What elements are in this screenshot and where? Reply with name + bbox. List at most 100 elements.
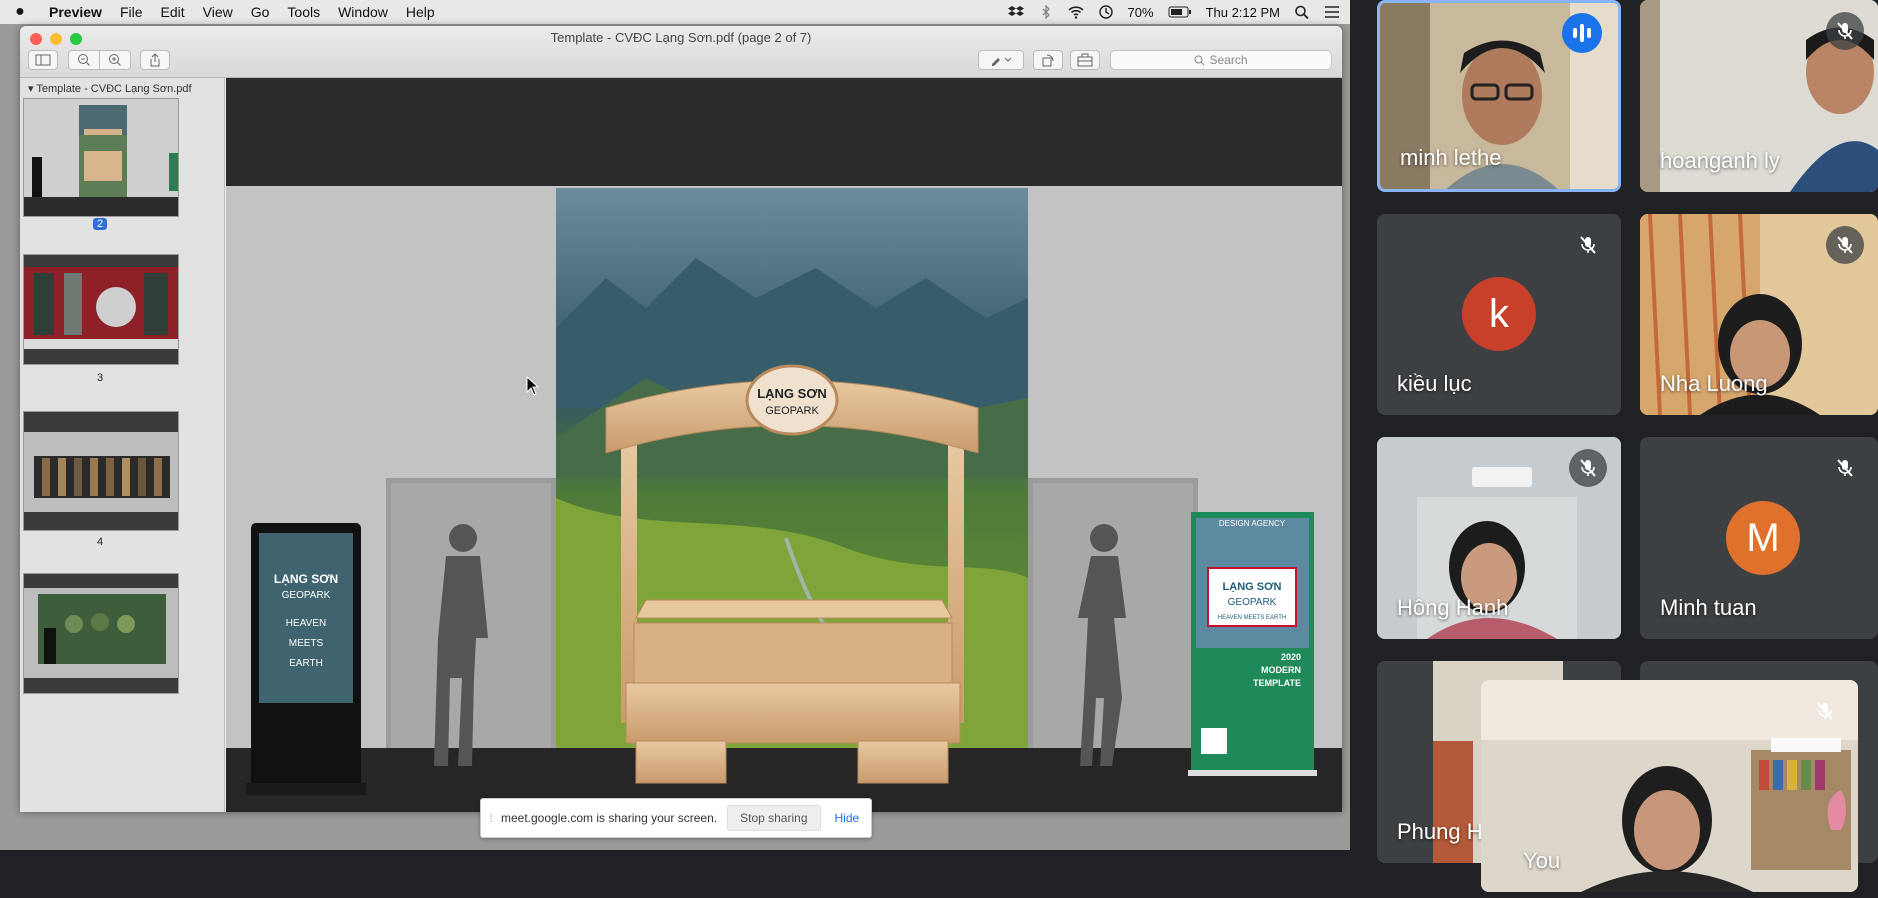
participant-tile-kieu-luc[interactable]: k kiều lục bbox=[1377, 214, 1621, 415]
banner-year: 2020 bbox=[1281, 652, 1301, 662]
banner-top-text: DESIGN AGENCY bbox=[1219, 519, 1286, 528]
menu-edit[interactable]: Edit bbox=[152, 4, 194, 20]
menu-file[interactable]: File bbox=[111, 4, 152, 20]
banner-subtitle: GEOPARK bbox=[1228, 597, 1277, 608]
booth-render: LẠNG SƠN GEOPARK LẠNG SƠN GEOPARK HEAVEN… bbox=[226, 78, 1342, 812]
rotate-icon bbox=[1042, 54, 1054, 67]
toolbox-button[interactable] bbox=[1070, 50, 1100, 70]
window-title: Template - CVĐC Lạng Sơn.pdf (page 2 of … bbox=[550, 30, 812, 45]
menu-window[interactable]: Window bbox=[329, 4, 397, 20]
mic-off-icon bbox=[1826, 226, 1864, 264]
search-placeholder: Search bbox=[1209, 53, 1248, 67]
menu-tools[interactable]: Tools bbox=[278, 4, 329, 20]
toolbox-icon bbox=[1077, 53, 1093, 67]
thumbnail-page-4[interactable] bbox=[23, 411, 179, 531]
thumbnail-page-3[interactable] bbox=[23, 254, 179, 365]
mic-off-icon bbox=[1569, 226, 1607, 264]
markup-button[interactable] bbox=[978, 50, 1024, 70]
spotlight-search-icon[interactable] bbox=[1294, 5, 1310, 19]
mouse-cursor-icon bbox=[526, 376, 540, 396]
window-titlebar: Template - CVĐC Lạng Sơn.pdf (page 2 of … bbox=[20, 26, 1342, 78]
participant-tile-nha-luong[interactable]: Nha Luong bbox=[1640, 214, 1878, 415]
mic-off-icon bbox=[1569, 449, 1607, 487]
zoom-out-button[interactable] bbox=[68, 50, 100, 70]
share-message: meet.google.com is sharing your screen. bbox=[501, 811, 718, 825]
sidebar-icon bbox=[35, 54, 51, 66]
kiosk-subtitle: GEOPARK bbox=[282, 590, 331, 601]
zoom-in-icon bbox=[109, 54, 121, 66]
battery-icon[interactable] bbox=[1168, 5, 1192, 19]
stop-sharing-button[interactable]: Stop sharing bbox=[727, 805, 821, 831]
thumbnail-5-preview bbox=[24, 574, 178, 693]
thumbnail-page-2[interactable] bbox=[23, 98, 179, 217]
screen-root: ● Preview File Edit View Go Tools Window… bbox=[0, 0, 1878, 898]
speaking-indicator-icon bbox=[1562, 13, 1602, 53]
thumbnail-4-preview bbox=[24, 412, 178, 530]
kiosk-tagline-3: EARTH bbox=[289, 658, 323, 669]
participant-name: You bbox=[1523, 848, 1561, 873]
wifi-icon[interactable] bbox=[1067, 5, 1084, 19]
participant-name: Nha Luong bbox=[1660, 371, 1768, 396]
menu-help[interactable]: Help bbox=[397, 4, 444, 20]
participant-name: minh lethe bbox=[1400, 145, 1502, 170]
banner-line-1: MODERN bbox=[1261, 665, 1301, 675]
self-view-tile[interactable]: You bbox=[1481, 680, 1858, 892]
sidebar-filename: Template - CVĐC Lạng Sơn.pdf bbox=[36, 83, 192, 95]
participant-name: hoanganh ly bbox=[1660, 148, 1780, 173]
menubar-clock[interactable]: Thu 2:12 PM bbox=[1206, 5, 1280, 20]
mic-off-icon bbox=[1826, 449, 1864, 487]
share-icon bbox=[150, 53, 160, 67]
menu-app-name[interactable]: Preview bbox=[40, 4, 111, 20]
kiosk-tagline-2: MEETS bbox=[289, 638, 324, 649]
menu-go[interactable]: Go bbox=[242, 4, 279, 20]
search-field[interactable]: Search bbox=[1110, 50, 1332, 70]
share-button[interactable] bbox=[140, 50, 170, 70]
arch-sign-line2: GEOPARK bbox=[765, 405, 819, 417]
mic-off-icon bbox=[1806, 692, 1844, 730]
zoom-in-button[interactable] bbox=[99, 50, 131, 70]
menu-view[interactable]: View bbox=[194, 4, 242, 20]
thumbnail-sidebar: ▾ Template - CVĐC Lạng Sơn.pdf 2 3 4 bbox=[20, 78, 225, 812]
participant-name: Minh tuan bbox=[1660, 595, 1757, 620]
kiosk-title: LẠNG SƠN bbox=[274, 572, 338, 586]
page-number-2: 2 bbox=[20, 218, 180, 230]
search-icon bbox=[1194, 55, 1205, 65]
page-number-4: 4 bbox=[96, 536, 104, 548]
thumbnail-3-preview bbox=[24, 255, 178, 364]
avatar: M bbox=[1726, 501, 1800, 575]
mac-menubar: ● Preview File Edit View Go Tools Window… bbox=[0, 0, 1350, 24]
zoom-out-icon bbox=[78, 54, 90, 66]
notification-center-icon[interactable] bbox=[1324, 5, 1340, 19]
screen-share-bar: ⁞ meet.google.com is sharing your screen… bbox=[480, 798, 872, 838]
battery-percent: 70% bbox=[1127, 4, 1154, 20]
bluetooth-icon[interactable] bbox=[1038, 5, 1054, 19]
dropbox-icon[interactable] bbox=[1007, 5, 1024, 19]
time-machine-icon[interactable] bbox=[1098, 5, 1114, 19]
pen-markup-icon bbox=[992, 57, 1012, 66]
participant-name: Hông Hanh bbox=[1397, 595, 1509, 620]
participant-tile-minh-tuan[interactable]: M Minh tuan bbox=[1640, 437, 1878, 639]
sidebar-header[interactable]: ▾ Template - CVĐC Lạng Sơn.pdf bbox=[20, 78, 224, 99]
sidebar-toggle-button[interactable] bbox=[28, 50, 58, 70]
shared-screen: ● Preview File Edit View Go Tools Window… bbox=[0, 0, 1350, 850]
pdf-page-view[interactable]: LẠNG SƠN GEOPARK LẠNG SƠN GEOPARK HEAVEN… bbox=[226, 78, 1342, 812]
participant-name: kiều lục bbox=[1397, 371, 1472, 396]
participant-tile-hoanganh-ly[interactable]: hoanganh ly bbox=[1640, 0, 1878, 192]
banner-title: LẠNG SƠN bbox=[1223, 581, 1282, 593]
rotate-button[interactable] bbox=[1033, 50, 1063, 70]
hide-share-bar-button[interactable]: Hide bbox=[835, 811, 860, 825]
drag-handle-icon[interactable]: ⁞ bbox=[481, 811, 501, 825]
banner-line-2: TEMPLATE bbox=[1253, 678, 1301, 688]
participant-name: Phung H bbox=[1397, 819, 1483, 844]
kiosk-tagline-1: HEAVEN bbox=[286, 618, 326, 629]
participant-tile-hong-hanh[interactable]: Hông Hanh bbox=[1377, 437, 1621, 639]
thumbnail-page-5[interactable] bbox=[23, 573, 179, 694]
mic-off-icon bbox=[1826, 12, 1864, 50]
apple-icon[interactable]: ● bbox=[0, 3, 40, 21]
preview-window: Template - CVĐC Lạng Sơn.pdf (page 2 of … bbox=[20, 26, 1342, 812]
thumbnail-2-preview bbox=[24, 99, 178, 216]
participant-tile-minh-lethe[interactable]: minh lethe bbox=[1377, 0, 1621, 192]
page-number-3: 3 bbox=[96, 372, 104, 384]
arch-sign-line1: LẠNG SƠN bbox=[757, 386, 827, 401]
menubar-status: 70% Thu 2:12 PM bbox=[1007, 0, 1340, 24]
